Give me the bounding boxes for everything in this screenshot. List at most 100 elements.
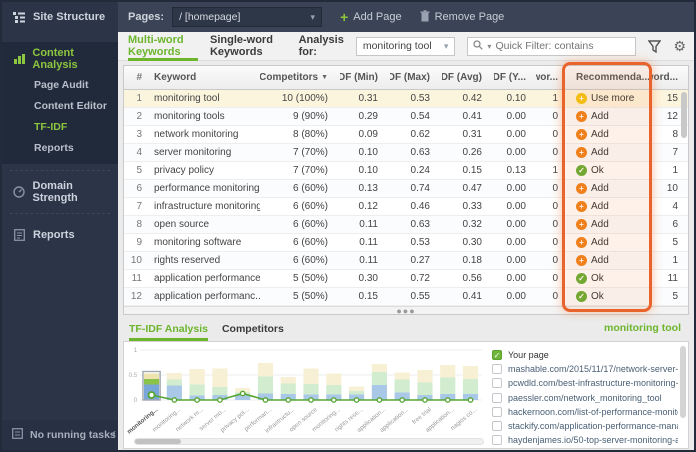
add-page-button[interactable]: + Add Page [340,10,402,24]
sidebar-group-content-analysis: Content Analysis Page Audit Content Edit… [2,42,118,164]
scrollbar-thumb[interactable] [680,346,686,418]
unchecked-checkbox[interactable] [492,378,502,389]
unchecked-checkbox[interactable] [492,392,502,403]
table-row[interactable]: 4 server monitoring 7 (70%) 0.10 0.63 0.26 0.0… [124,144,688,162]
status-bar-tasks: No running tasks ‹ [2,420,118,450]
table-row[interactable]: 10 rights reserved 6 (60%) 0.11 0.27 0.18 0.00… [124,252,688,270]
tab-single-word-keywords[interactable]: Single-word Keywords [210,32,285,61]
column-header-comp[interactable]: # of Competitors▼ [260,66,340,89]
recommendation-label: Add [591,147,609,158]
quick-filter-input[interactable] [495,40,631,52]
cell-max: 0.27 [410,255,430,266]
cell-avg: 0.31 [462,129,482,140]
chevron-down-icon: ▾ [443,40,449,51]
table-row[interactable]: 8 open source 6 (60%) 0.11 0.63 0.32 0.00 0 + Add… [124,216,688,234]
column-header-avg[interactable]: TF-IDF (Avg) [442,66,494,89]
remove-page-button[interactable]: Remove Page [420,9,505,25]
cell-kw: performance monitoring [154,183,260,194]
cell-num: 8 [136,219,142,230]
sidebar-item-label: Reports [33,229,75,241]
cell-y: 0.00 [506,273,526,284]
cell-max: 0.53 [410,237,430,248]
column-header-num[interactable]: # [124,66,148,89]
table-scrollbar[interactable] [681,92,687,306]
legend-scrollbar[interactable] [680,346,686,442]
column-header-max[interactable]: TF-IDF (Max) [390,66,442,89]
table-row[interactable]: 3 network monitoring 8 (80%) 0.09 0.62 0.31 0.… [124,126,688,144]
tab-competitors[interactable]: Competitors [222,319,284,341]
sidebar-item-domain-strength[interactable]: Domain Strength [2,177,118,207]
remove-page-label: Remove Page [434,11,505,23]
unchecked-checkbox[interactable] [492,421,502,432]
column-header-kwd[interactable]: Keyword... [650,66,688,89]
cell-comp: 6 (60%) [292,237,328,248]
app-window: Site Structure Content Analysis Page Aud… [0,0,696,452]
legend-item: mashable.com/2015/11/17/network-server-t [492,362,678,376]
sidebar-divider [10,170,110,171]
column-header-kw[interactable]: Keyword [148,66,260,89]
sidebar-item-page-audit[interactable]: Page Audit [2,74,118,95]
cell-y: 0.10 [506,93,526,104]
column-header-kcount[interactable]: Keywor... [536,66,566,89]
sidebar-item-reports[interactable]: Reports [2,220,118,250]
cell-y: 0.00 [506,147,526,158]
table-row[interactable]: 11 application performance 5 (50%) 0.30 0.72… [124,270,688,288]
sort-desc-icon: ▼ [321,74,328,81]
cell-recommendation: ✓ Ok [566,162,650,179]
column-header-y[interactable]: TF-IDF (Y... [494,66,536,89]
sidebar-item-content-analysis[interactable]: Content Analysis [2,44,118,74]
table-row[interactable]: 5 privacy policy 7 (70%) 0.10 0.24 0.15 0.13 1 ✓… [124,162,688,180]
analysis-for-select[interactable]: monitoring tool ▾ [355,36,456,56]
table-row[interactable]: 9 monitoring software 6 (60%) 0.11 0.53 0.30 0… [124,234,688,252]
sidebar-collapse-icon[interactable]: ‹ [112,426,116,440]
cell-min: 0.10 [358,165,378,176]
sidebar-item-content-editor[interactable]: Content Editor [2,95,118,116]
legend-label[interactable]: mashable.com/2015/11/17/network-server-t [508,364,678,374]
tab-multi-word-keywords[interactable]: Multi-word Keywords [128,32,198,61]
table-row[interactable]: 6 performance monitoring 6 (60%) 0.13 0.74 0.… [124,180,688,198]
gear-icon[interactable]: ⚙ [673,38,686,55]
cell-max: 0.24 [410,165,430,176]
legend-label[interactable]: stackify.com/application-performance-man… [508,421,678,431]
cell-max: 0.72 [410,273,430,284]
content-analysis-icon [12,53,25,65]
checked-checkbox-icon[interactable]: ✓ [492,350,502,361]
column-header-min[interactable]: TF-IDF (Min) [340,66,390,89]
sidebar-item-site-structure[interactable]: Site Structure [2,2,118,32]
unchecked-checkbox[interactable] [492,364,502,375]
tab-tfidf-analysis[interactable]: TF-IDF Analysis [129,319,208,341]
cell-num: 9 [136,237,142,248]
table-row[interactable]: 2 monitoring tools 9 (90%) 0.29 0.54 0.41 0.00… [124,108,688,126]
sidebar-item-tfidf[interactable]: TF-IDF [2,116,118,137]
unchecked-checkbox[interactable] [492,435,502,446]
cell-min: 0.10 [358,147,378,158]
table-row[interactable]: 1 monitoring tool 10 (100%) 0.31 0.53 0.42 0.1… [124,90,688,108]
add-icon: + [576,111,587,122]
add-page-label: Add Page [353,11,402,23]
cell-num: 5 [136,165,142,176]
recommendation-label: Ok [591,291,604,302]
table-row[interactable]: 12 application performanc... 5 (50%) 0.15 0.… [124,288,688,306]
unchecked-checkbox[interactable] [492,406,502,417]
cell-kcount: 0 [552,219,558,230]
legend-label[interactable]: paessler.com/network_monitoring_tool [508,393,662,403]
legend-label[interactable]: hackernoon.com/list-of-performance-monit… [508,407,678,417]
legend-label[interactable]: Your page [508,350,549,360]
pages-select[interactable]: / [homepage] ▾ [172,7,323,27]
legend-label[interactable]: pcwdld.com/best-infrastructure-monitorin… [508,378,678,388]
legend-item: paessler.com/network_monitoring_tool [492,391,678,405]
sidebar-item-reports-sub[interactable]: Reports [2,137,118,158]
cell-avg: 0.56 [462,273,482,284]
column-header-rec[interactable]: Recommenda... [566,66,650,89]
scrollbar-thumb[interactable] [135,439,181,444]
chart-h-scrollbar[interactable] [134,438,484,445]
scrollbar-thumb[interactable] [681,92,687,138]
legend-label[interactable]: haydenjames.io/50-top-server-monitoring-… [508,435,678,445]
filter-icon[interactable] [648,39,662,53]
recommendation-label: Add [591,201,609,212]
sidebar-item-label: Domain Strength [32,180,78,204]
table-row[interactable]: 7 infrastructure monitoring 6 (60%) 0.12 0.4… [124,198,688,216]
chevron-down-icon[interactable]: ▾ [487,42,491,51]
splitter-handle[interactable]: ●●● [124,306,688,315]
cell-kcount: 0 [552,255,558,266]
